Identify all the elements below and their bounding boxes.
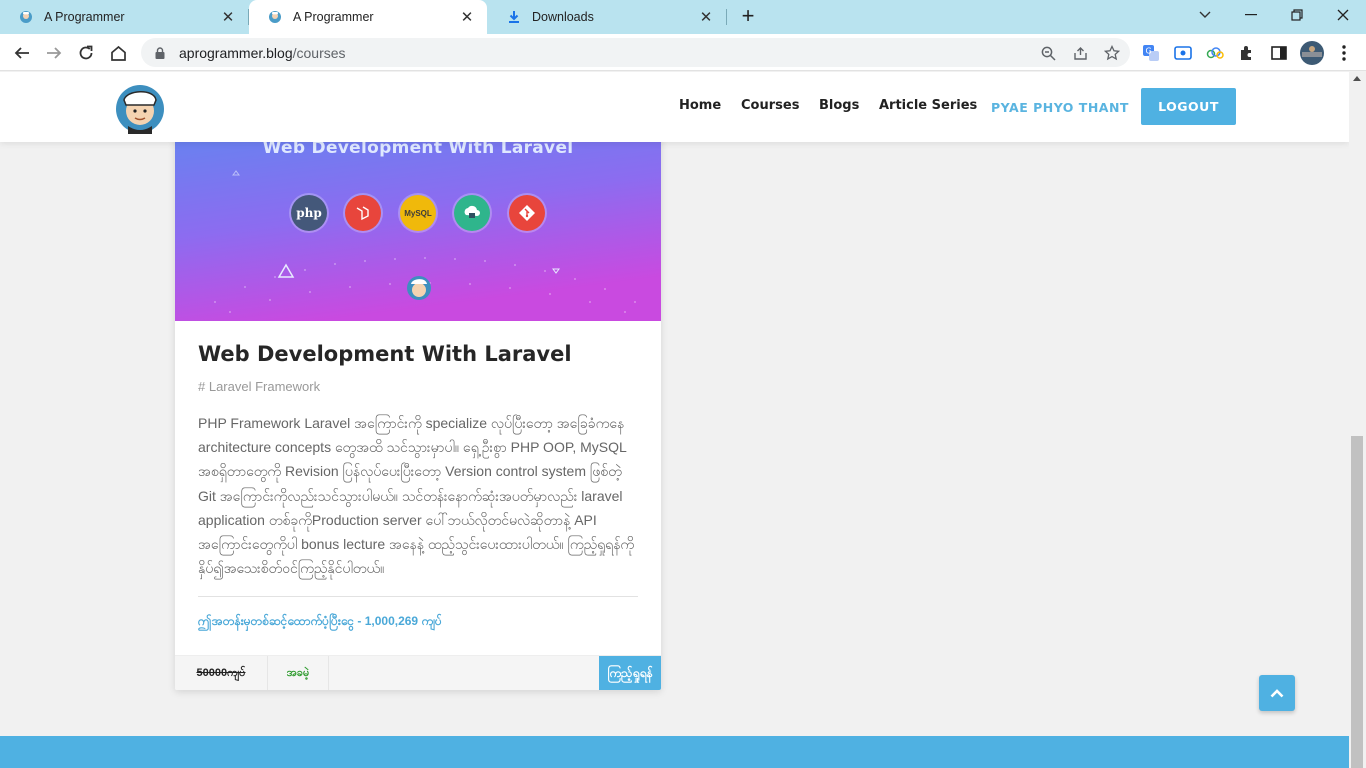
profile-avatar[interactable] [1300,41,1324,65]
bookmark-star-icon[interactable] [1103,44,1121,62]
site-logo[interactable] [114,80,166,134]
svg-text:G: G [1146,47,1152,56]
lock-icon [153,46,167,59]
restore-icon[interactable] [1274,0,1320,30]
tab-close-icon[interactable]: ✕ [698,8,714,26]
mysql-label: MySQL [404,208,432,218]
close-window-icon[interactable] [1320,0,1366,30]
git-icon [509,195,545,231]
chevron-up-icon [1270,689,1284,698]
zoom-icon[interactable] [1039,44,1057,62]
course-funding-text: ဤအတန်းမှတစ်ဆင့်ထောက်ပံ့ပြီးငွေ - 1,000,2… [198,614,442,628]
tab-separator [726,9,727,25]
extensions-puzzle-icon[interactable] [1237,43,1257,63]
scrollbar-thumb[interactable] [1351,436,1363,768]
screen-capture-extension-icon[interactable] [1173,43,1193,63]
tab-search-chevron-icon[interactable] [1182,0,1228,30]
tab-a-programmer-2[interactable]: A Programmer ✕ [249,0,487,34]
site-footer [0,736,1349,768]
forward-icon[interactable] [41,40,67,66]
course-card-footer: 50000ကျပ် အခမဲ့ ကြည့်ရှုရန် [175,655,661,690]
view-course-button[interactable]: ကြည့်ရှုရန် [599,656,661,690]
back-icon[interactable] [9,40,35,66]
site-favicon-icon [267,9,283,25]
nav-blogs[interactable]: Blogs [819,98,859,113]
server-icon [454,195,490,231]
chrome-menu-icon[interactable] [1334,43,1354,63]
download-icon [506,9,522,25]
course-title[interactable]: Web Development With Laravel [198,342,572,366]
reload-icon[interactable] [73,40,99,66]
divider [198,596,638,597]
browser-tab-bar: A Programmer ✕ A Programmer ✕ Downloads … [0,0,1366,34]
url-host: aprogrammer.blog [179,44,293,61]
free-label: အခမဲ့ [268,656,329,690]
side-panel-icon[interactable] [1269,43,1289,63]
course-description: PHP Framework Laravel အကြောင်းကို specia… [198,415,635,577]
address-bar[interactable]: aprogrammer.blog/courses [141,38,1130,67]
user-name-link[interactable]: PYAE PHYO THANT [991,100,1129,115]
nav-courses[interactable]: Courses [741,98,799,113]
home-icon[interactable] [105,40,131,66]
site-favicon-icon [18,9,34,25]
php-label: php [296,206,322,220]
tab-close-icon[interactable]: ✕ [459,8,475,26]
laravel-icon [345,195,381,231]
scroll-up-arrow-icon[interactable] [1353,76,1361,81]
browser-toolbar: aprogrammer.blog/courses G [0,34,1366,71]
mysql-icon: MySQL [400,195,436,231]
tab-title: A Programmer [44,10,125,24]
original-price: 50000ကျပ် [175,656,268,690]
tab-a-programmer-1[interactable]: A Programmer ✕ [0,0,248,34]
translate-extension-icon[interactable]: G [1141,43,1161,63]
tab-title: A Programmer [293,10,374,24]
scroll-to-top-button[interactable] [1259,675,1295,711]
site-header: Home Courses Blogs Article Series PYAE P… [0,72,1349,142]
tab-close-icon[interactable]: ✕ [220,8,236,26]
nav-article-series[interactable]: Article Series [879,98,977,113]
url-path: /courses [292,44,346,61]
tab-title: Downloads [532,10,594,24]
share-icon[interactable] [1071,44,1089,62]
course-tag[interactable]: # Laravel Framework [198,379,320,394]
tab-downloads[interactable]: Downloads ✕ [488,0,726,34]
minimize-icon[interactable] [1228,0,1274,30]
cloud-extension-icon[interactable] [1205,43,1225,63]
new-tab-button[interactable]: + [736,4,760,30]
course-banner-image[interactable]: Web Development With Laravel php MySQL [175,112,661,321]
course-card: Web Development With Laravel php MySQL W… [175,112,661,690]
url-text: aprogrammer.blog/courses [179,45,346,61]
page-scrollbar[interactable] [1349,72,1366,768]
nav-home[interactable]: Home [679,98,721,113]
page-viewport: Home Courses Blogs Article Series PYAE P… [0,72,1349,768]
php-icon: php [291,195,327,231]
logout-button[interactable]: LOGOUT [1141,88,1236,125]
